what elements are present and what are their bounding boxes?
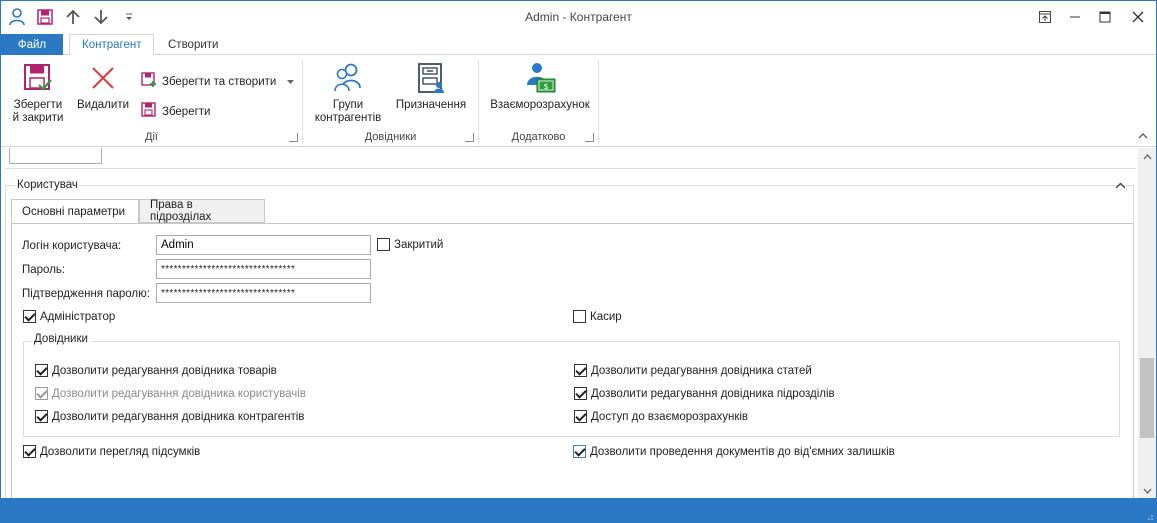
people-group-icon — [331, 61, 365, 95]
pin-icon[interactable] — [1030, 1, 1060, 33]
ribbon: Зберегти й закрити Видалити Зберегти та … — [1, 55, 1156, 147]
admin-label: Адміністратор — [40, 310, 116, 323]
settlements-button[interactable]: $ Взаєморозрахунок — [485, 61, 595, 112]
checkbox-box — [573, 310, 586, 323]
checkbox-label: Дозволити редагування довідника контраге… — [52, 410, 305, 423]
checkbox-box — [574, 387, 587, 400]
form-content: Користувач Основні параметри Права в під… — [1, 148, 1138, 500]
delete-button[interactable]: Видалити — [73, 61, 133, 112]
checkbox-label: Дозволити редагування довідника підрозді… — [591, 387, 835, 400]
window-controls — [1030, 1, 1156, 33]
save-label: Зберегти — [162, 105, 211, 118]
allow-edit-divisions-checkbox[interactable]: Дозволити редагування довідника підрозді… — [574, 387, 835, 400]
allow-edit-articles-checkbox[interactable]: Дозволити редагування довідника статей — [574, 364, 812, 377]
checkbox-label: Дозволити редагування довідника товарів — [52, 364, 277, 377]
contractor-groups-label: Групи контрагентів — [314, 99, 382, 124]
close-icon[interactable] — [1120, 1, 1156, 33]
save-new-icon — [141, 72, 157, 91]
save-icon — [141, 102, 157, 121]
vertical-scrollbar[interactable] — [1138, 148, 1156, 500]
dialog-launcher-icon[interactable] — [465, 133, 474, 142]
save-close-icon — [21, 61, 55, 95]
ribbon-group-actions: Зберегти й закрити Видалити Зберегти та … — [1, 59, 303, 145]
checkbox-box — [23, 445, 36, 458]
tab-file[interactable]: Файл — [1, 34, 63, 55]
ribbon-group-references: Групи контрагентів Призначення Довідники — [303, 59, 479, 145]
tab-main-params[interactable]: Основні параметри — [11, 199, 139, 224]
settlements-access-checkbox[interactable]: Доступ до взаєморозрахунків — [574, 410, 748, 423]
cashier-label: Касир — [590, 310, 622, 323]
user-group-title: Користувач — [15, 179, 80, 191]
allow-edit-goods-checkbox[interactable]: Дозволити редагування довідника товарів — [35, 364, 277, 377]
login-input[interactable] — [156, 235, 371, 255]
save-close-button[interactable]: Зберегти й закрити — [7, 61, 69, 125]
checkbox-box — [23, 310, 36, 323]
checkbox-box — [377, 238, 390, 251]
divider — [5, 168, 1136, 169]
checkbox-label: Дозволити редагування довідника статей — [591, 364, 812, 377]
money-person-icon: $ — [523, 61, 557, 95]
title-bar: Admin - Контрагент — [1, 1, 1156, 33]
save-create-button[interactable]: Зберегти та створити — [141, 72, 295, 91]
ribbon-group-extra: $ Взаєморозрахунок Додатково — [479, 59, 599, 145]
save-close-label: Зберегти й закрити — [12, 99, 64, 124]
group-label-actions: Дії — [145, 131, 158, 143]
closed-checkbox[interactable]: Закритий — [377, 238, 443, 251]
tab-division-rights[interactable]: Права в підрозділах — [139, 199, 265, 223]
closed-label: Закритий — [394, 238, 444, 251]
collapse-ribbon-icon[interactable] — [1138, 130, 1148, 142]
partial-input-field[interactable] — [9, 148, 102, 164]
allow-edit-users-checkbox: Дозволити редагування довідника користув… — [35, 387, 306, 400]
settlements-label: Взаєморозрахунок — [490, 99, 590, 111]
checkbox-box — [35, 387, 48, 400]
delete-icon — [86, 61, 120, 95]
allow-negative-stock-checkbox[interactable]: Дозволити проведення документів до від'є… — [573, 445, 895, 458]
allow-edit-contractors-checkbox[interactable]: Дозволити редагування довідника контраге… — [35, 410, 304, 423]
password-label: Пароль: — [22, 264, 66, 276]
scroll-up-icon[interactable] — [1141, 151, 1153, 163]
checkbox-label: Дозволити редагування довідника користув… — [52, 387, 306, 400]
tab-create[interactable]: Створити — [156, 34, 230, 56]
contractor-groups-button[interactable]: Групи контрагентів — [311, 61, 385, 125]
chevron-down-icon[interactable] — [287, 76, 295, 88]
minimize-icon[interactable] — [1060, 1, 1090, 33]
status-bar — [1, 498, 1156, 522]
cashier-checkbox[interactable]: Касир — [573, 310, 622, 323]
app-window: Admin - Контрагент Файл Контрагент Створ… — [0, 0, 1157, 523]
scroll-down-icon[interactable] — [1141, 485, 1153, 497]
save-create-label: Зберегти та створити — [162, 75, 277, 88]
cabinet-icon — [414, 61, 448, 95]
dialog-launcher-icon[interactable] — [585, 133, 594, 142]
admin-checkbox[interactable]: Адміністратор — [23, 310, 115, 323]
chevron-up-icon[interactable] — [1115, 180, 1126, 192]
checkbox-box — [574, 364, 587, 377]
assignments-button[interactable]: Призначення — [393, 61, 469, 112]
scroll-thumb[interactable] — [1140, 358, 1154, 438]
confirm-password-field[interactable]: ******************************** — [156, 283, 371, 303]
checkbox-label: Доступ до взаєморозрахунків — [591, 410, 749, 423]
allow-totals-label: Дозволити перегляд підсумків — [40, 445, 201, 458]
assignments-label: Призначення — [395, 99, 467, 111]
checkbox-box — [573, 445, 586, 458]
group-label-extra: Додатково — [511, 131, 566, 143]
references-frame-title: Довідники — [31, 333, 91, 345]
password-field[interactable]: ******************************** — [156, 259, 371, 279]
dialog-launcher-icon[interactable] — [289, 133, 298, 142]
save-button[interactable]: Зберегти — [141, 102, 210, 121]
ribbon-tab-row: Файл Контрагент Створити — [1, 33, 1156, 56]
allow-totals-checkbox[interactable]: Дозволити перегляд підсумків — [23, 445, 200, 458]
confirm-password-label: Підтвердження паролю: — [22, 288, 150, 300]
svg-text:$: $ — [543, 82, 548, 91]
delete-label: Видалити — [76, 99, 130, 111]
checkbox-box — [35, 364, 48, 377]
resize-grip-icon[interactable] — [1145, 511, 1153, 520]
login-label: Логін користувача: — [22, 240, 122, 252]
checkbox-box — [35, 410, 48, 423]
tab-contractor[interactable]: Контрагент — [69, 34, 155, 56]
maximize-icon[interactable] — [1090, 1, 1120, 33]
allow-negative-label: Дозволити проведення документів до від'є… — [590, 445, 895, 458]
group-label-references: Довідники — [364, 131, 417, 143]
window-title: Admin - Контрагент — [525, 10, 632, 24]
checkbox-box — [574, 410, 587, 423]
